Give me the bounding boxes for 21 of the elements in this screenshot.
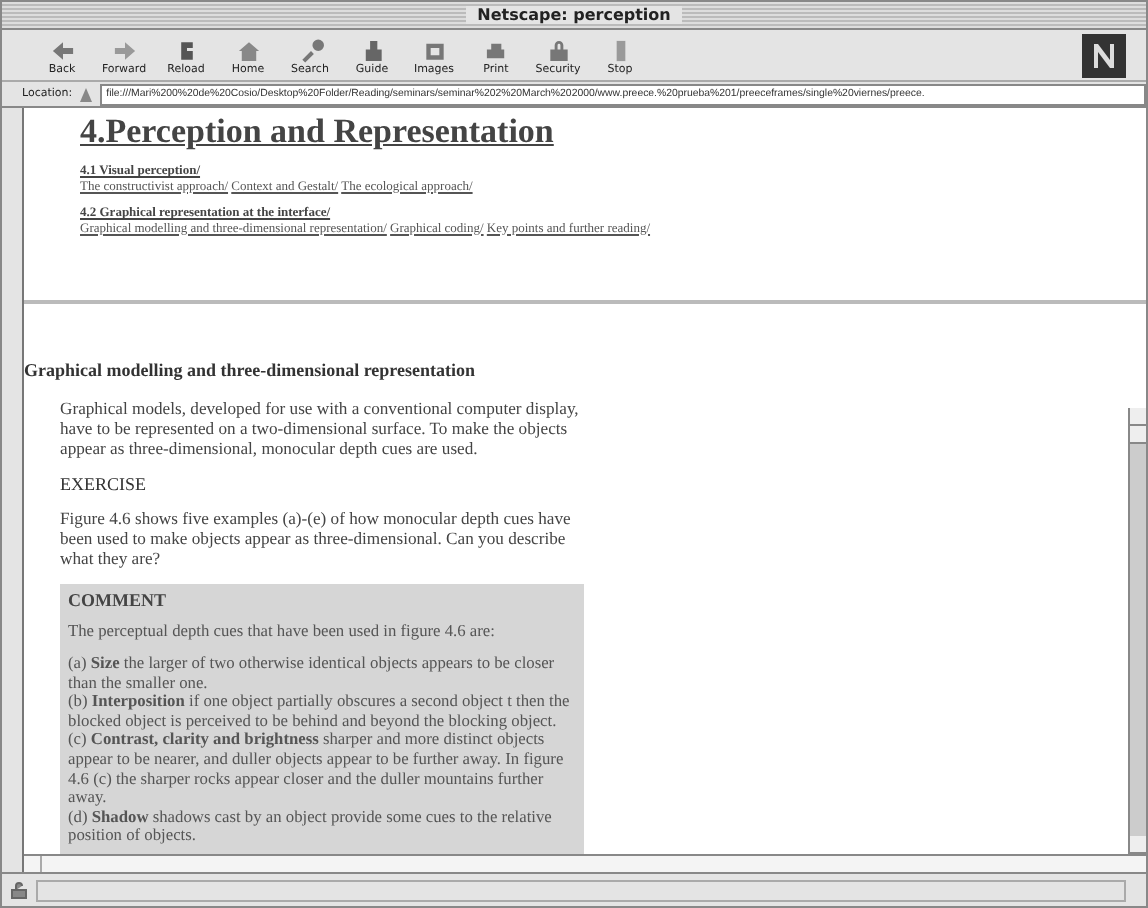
browser-logo-icon bbox=[1082, 34, 1126, 78]
exercise-heading: EXERCISE bbox=[60, 474, 149, 494]
window-title: Netscape: perception bbox=[465, 6, 683, 24]
search-icon bbox=[297, 37, 323, 63]
depth-cue-item: (a) Size the larger of two otherwise identical objects appears to be closer than the smaller one. bbox=[68, 654, 557, 693]
right-arrow-icon bbox=[111, 37, 137, 63]
depth-cue-item: (d) Shadow shadows cast by an object provide some cues to the relative position of objects. bbox=[68, 807, 554, 846]
vertical-scrollbar[interactable] bbox=[1128, 408, 1146, 854]
depth-cue-item: (c) Contrast, clarity and brightness sharper and more distinct objects appear to be nearer, and duller objects appear to be further away. In figure 4.6 (c) the sharper rocks appear closer and the duller mountains further away. bbox=[68, 730, 566, 808]
page-heading: 4.Perception and Representation bbox=[80, 112, 556, 152]
lock-icon bbox=[10, 881, 28, 899]
left-arrow-icon bbox=[49, 37, 75, 63]
house-icon bbox=[235, 37, 261, 63]
padlock-icon bbox=[545, 37, 571, 63]
comment-text: The perceptual depth cues that have been used in figure 4.6 are: bbox=[68, 622, 497, 640]
intro-paragraph: Graphical models, developed for use with a conventional computer display, have to be represented on a two-dimensional surface. To make the objects appear as three-dimensional, monocular depth cues are used. bbox=[60, 398, 581, 458]
exercise-paragraph: Figure 4.6 shows five examples (a)-(e) of how monocular depth cues have been used to make objects appear as three-dimensional. Can you describe what they are? bbox=[60, 508, 573, 568]
horizontal-scrollbar[interactable] bbox=[24, 854, 1146, 872]
depth-cue-item: (b) Interposition if one object partially obscures a second object t then the blocked object is perceived to be behind and beyond the blocking object. bbox=[68, 692, 572, 731]
comment-heading: COMMENT bbox=[68, 590, 168, 610]
section-heading: Graphical modelling and three-dimensional representation bbox=[24, 360, 478, 380]
